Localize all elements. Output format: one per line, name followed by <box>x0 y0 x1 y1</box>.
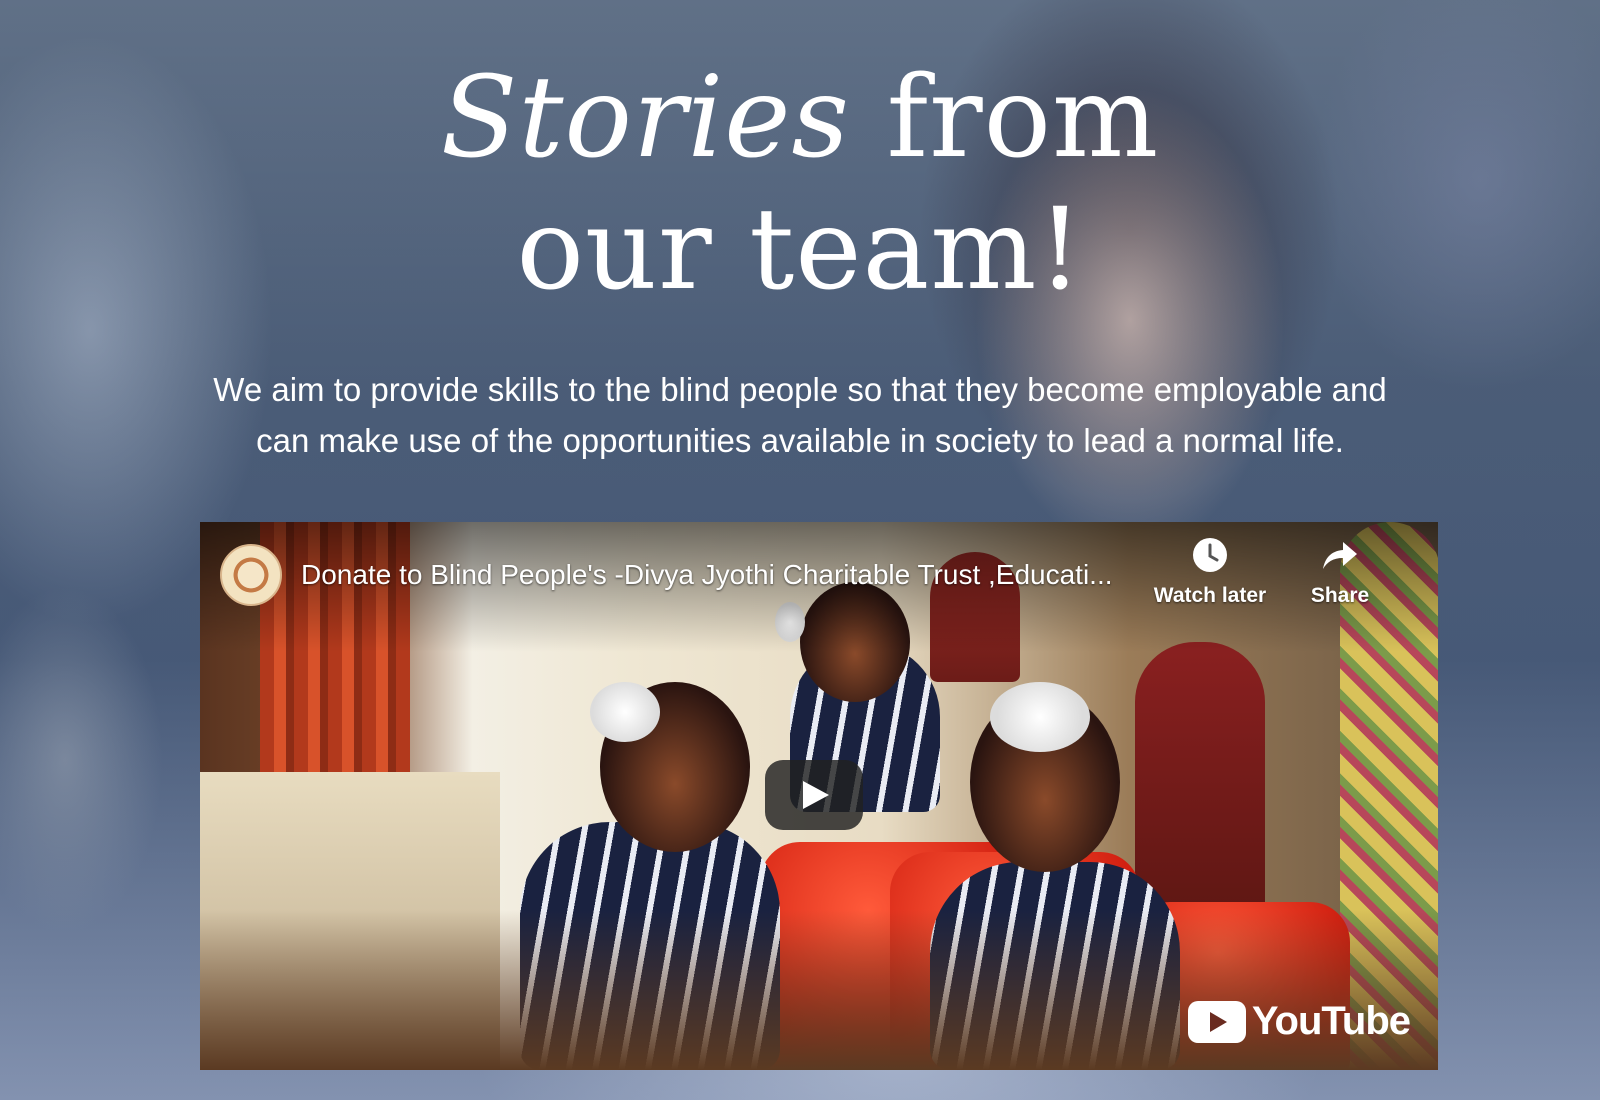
hero-description: We aim to provide skills to the blind pe… <box>0 364 1600 466</box>
youtube-video-embed[interactable]: Donate to Blind People's -Divya Jyothi C… <box>200 522 1438 1070</box>
play-icon <box>803 781 829 809</box>
video-title[interactable]: Donate to Blind People's -Divya Jyothi C… <box>301 558 1113 592</box>
share-arrow-icon <box>1323 542 1357 569</box>
page-title: Stories from our team! <box>0 52 1600 316</box>
channel-logo-icon[interactable] <box>220 544 282 606</box>
thumbnail-hair-bow <box>590 682 660 742</box>
youtube-wordmark: YouTube <box>1251 999 1411 1043</box>
thumbnail-hair-bow <box>990 682 1090 752</box>
title-italic-word: Stories <box>440 53 851 183</box>
thumbnail-floor <box>200 910 1438 1070</box>
share-button[interactable]: Share <box>1280 536 1400 608</box>
clock-icon <box>1193 538 1227 572</box>
watch-later-label: Watch later <box>1153 584 1267 607</box>
hero-description-text: We aim to provide skills to the blind pe… <box>213 371 1387 459</box>
youtube-logo-link[interactable]: YouTube <box>1187 999 1411 1044</box>
watch-later-button[interactable]: Watch later <box>1150 536 1270 608</box>
youtube-logo-icon <box>1187 1000 1246 1043</box>
play-button[interactable] <box>765 760 863 830</box>
title-rest: from <box>850 53 1160 183</box>
share-label: Share <box>1310 584 1370 607</box>
title-line-2: our team! <box>516 185 1084 315</box>
